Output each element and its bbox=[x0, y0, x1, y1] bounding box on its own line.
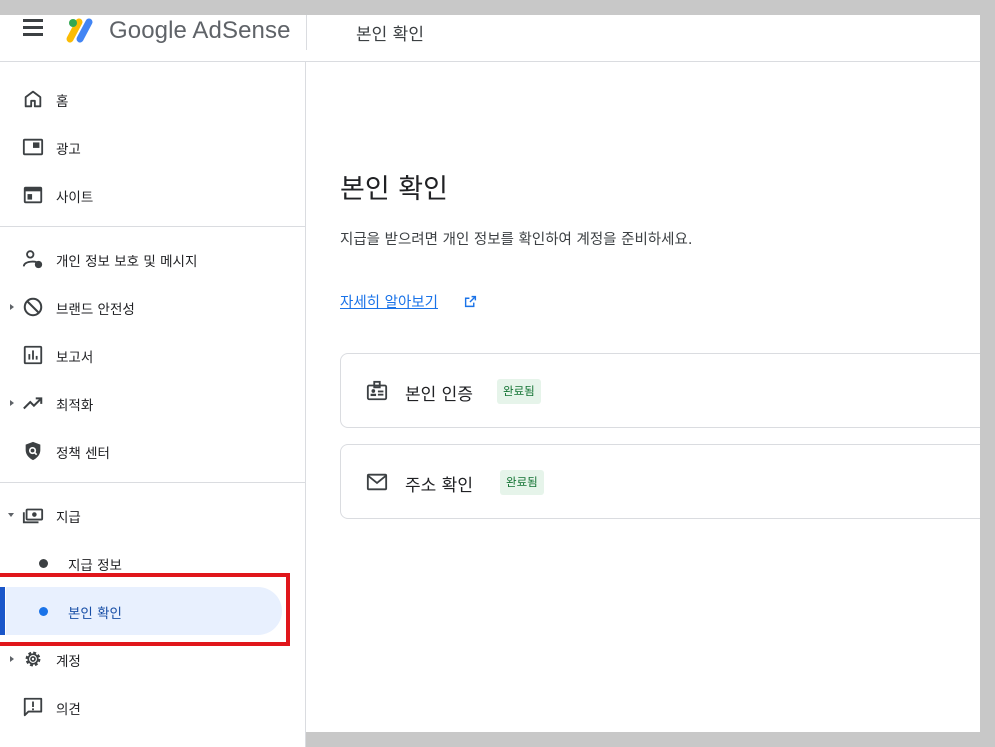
frame-border-right bbox=[980, 0, 995, 747]
sidebar: 홈 광고 사이트 개인 정보 보호 및 메시지 브랜드 안전성 보고서 최적화 … bbox=[0, 62, 306, 747]
sidebar-subitem-label: 본인 확인 bbox=[68, 606, 122, 622]
sidebar-item-privacy-messaging[interactable]: 개인 정보 보호 및 메시지 bbox=[0, 235, 306, 283]
trending-up-icon bbox=[23, 397, 43, 410]
sidebar-item-reports[interactable]: 보고서 bbox=[0, 331, 306, 379]
sidebar-item-payments[interactable]: 지급 bbox=[0, 491, 306, 539]
sidebar-item-label: 정책 센터 bbox=[56, 446, 110, 462]
sidebar-item-label: 브랜드 안전성 bbox=[56, 302, 135, 318]
expand-caret-icon[interactable] bbox=[10, 400, 14, 406]
block-icon bbox=[23, 297, 43, 317]
active-indicator bbox=[0, 587, 5, 635]
header-divider bbox=[306, 10, 307, 50]
sidebar-item-optimization[interactable]: 최적화 bbox=[0, 379, 306, 427]
sidebar-item-ads[interactable]: 광고 bbox=[0, 123, 306, 171]
sidebar-item-label: 계정 bbox=[56, 654, 81, 670]
expand-caret-icon[interactable] bbox=[10, 304, 14, 310]
brand-name: Google AdSense bbox=[109, 17, 291, 44]
adsense-logo-icon bbox=[66, 18, 93, 43]
sidebar-item-account[interactable]: 계정 bbox=[0, 635, 306, 683]
sidebar-subitem-payment-info[interactable]: 지급 정보 bbox=[0, 539, 306, 587]
collapse-caret-icon[interactable] bbox=[8, 513, 14, 517]
sidebar-item-label: 홈 bbox=[56, 94, 69, 110]
sidebar-subitem-label: 지급 정보 bbox=[68, 558, 122, 574]
address-verification-card[interactable]: 주소 확인 완료됨 bbox=[340, 444, 995, 519]
sidebar-item-label: 최적화 bbox=[56, 398, 94, 414]
expand-caret-icon[interactable] bbox=[10, 656, 14, 662]
sites-icon bbox=[23, 186, 43, 204]
feedback-icon bbox=[23, 697, 43, 717]
mail-icon bbox=[366, 473, 388, 491]
sidebar-item-label: 광고 bbox=[56, 142, 81, 158]
sidebar-divider bbox=[0, 226, 306, 227]
bullet-dot-icon bbox=[39, 559, 48, 568]
sidebar-item-home[interactable]: 홈 bbox=[0, 75, 306, 123]
reports-icon bbox=[23, 345, 43, 365]
home-icon bbox=[24, 90, 42, 108]
sidebar-item-policy-center[interactable]: 정책 센터 bbox=[0, 427, 306, 475]
sidebar-divider bbox=[0, 482, 306, 483]
bullet-dot-icon bbox=[39, 607, 48, 616]
sidebar-item-brand-safety[interactable]: 브랜드 안전성 bbox=[0, 283, 306, 331]
header-page-title: 본인 확인 bbox=[356, 25, 424, 45]
privacy-messaging-icon bbox=[22, 250, 43, 269]
identity-verification-card[interactable]: 본인 인증 완료됨 bbox=[340, 353, 995, 428]
card-label: 본인 인증 bbox=[405, 385, 473, 405]
external-link-icon[interactable] bbox=[464, 295, 477, 308]
id-badge-icon bbox=[366, 380, 388, 401]
page-description: 지급을 받으려면 개인 정보를 확인하여 계정을 준비하세요. bbox=[340, 232, 693, 248]
card-label: 주소 확인 bbox=[405, 476, 473, 496]
frame-border-top bbox=[0, 0, 995, 15]
sidebar-item-label: 보고서 bbox=[56, 350, 94, 366]
learn-more-link[interactable]: 자세히 알아보기 bbox=[340, 291, 438, 312]
sidebar-item-label: 의견 bbox=[56, 702, 81, 718]
sidebar-item-feedback[interactable]: 의견 bbox=[0, 683, 306, 731]
gear-icon bbox=[25, 651, 41, 667]
sidebar-subitem-verification[interactable]: 본인 확인 bbox=[0, 587, 306, 635]
sidebar-item-label: 개인 정보 보호 및 메시지 bbox=[56, 254, 198, 270]
hamburger-menu-icon[interactable] bbox=[22, 19, 44, 41]
status-badge: 완료됨 bbox=[500, 470, 544, 495]
status-badge: 완료됨 bbox=[497, 379, 541, 404]
policy-shield-icon bbox=[25, 441, 41, 461]
page-title: 본인 확인 bbox=[340, 174, 448, 205]
sidebar-item-sites[interactable]: 사이트 bbox=[0, 171, 306, 219]
ads-icon bbox=[22, 138, 44, 156]
sidebar-item-label: 지급 bbox=[56, 510, 81, 526]
sidebar-item-label: 사이트 bbox=[56, 190, 94, 206]
payments-icon bbox=[22, 508, 44, 524]
main-content: 본인 확인 지급을 받으려면 개인 정보를 확인하여 계정을 준비하세요. 자세… bbox=[307, 62, 995, 747]
